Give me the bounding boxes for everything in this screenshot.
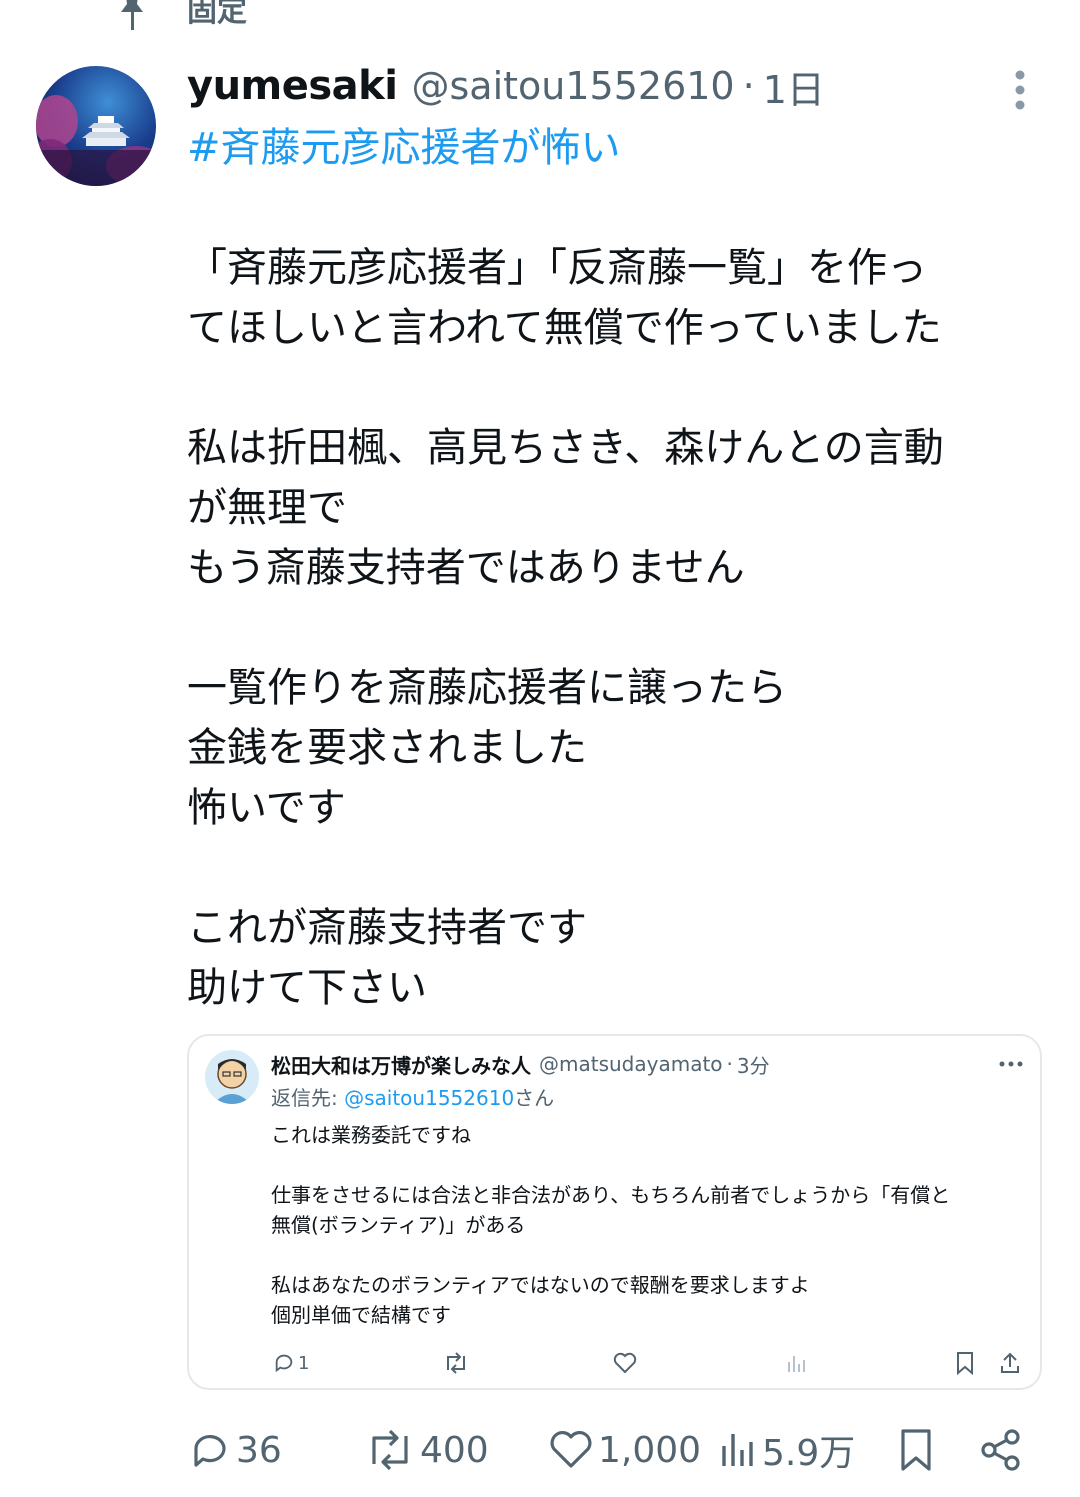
post-header: yumesaki @saitou1552610 · 1日 [187, 58, 825, 114]
quoted-post-card[interactable]: 松田大和は万博が楽しみな人 @matsudayamato · 3分 返信先: @… [187, 1034, 1042, 1390]
quoted-text-line: 無償(ボランティア)」がある [271, 1213, 526, 1237]
views-icon [722, 1434, 753, 1466]
reply-icon [194, 1435, 226, 1467]
quoted-handle[interactable]: @matsudayamato [539, 1052, 723, 1076]
share-icon [981, 1429, 1020, 1471]
pin-icon [121, 0, 143, 30]
share-button[interactable] [978, 1422, 1028, 1478]
post-text-line: これが斎藤支持者です [187, 905, 587, 951]
quoted-text-line: 私はあなたのボランティアではないので報酬を要求しますよ [271, 1273, 810, 1297]
views-count: 5.9万 [762, 1433, 856, 1474]
avatar[interactable] [36, 66, 156, 186]
quoted-header: 松田大和は万博が楽しみな人 @matsudayamato · 3分 [271, 1048, 770, 1080]
quoted-repost-icon [447, 1352, 465, 1374]
quoted-like-action [613, 1349, 637, 1377]
reply-mention[interactable]: @saitou1552610 [344, 1086, 514, 1110]
quoted-views-icon [788, 1356, 805, 1372]
reply-count: 36 [236, 1429, 282, 1471]
views-button[interactable]: 5.9万 [718, 1422, 855, 1478]
quoted-timestamp: 3分 [736, 1053, 770, 1078]
quoted-text-line: これは業務委託ですね [271, 1123, 471, 1147]
repost-button[interactable]: 400 [364, 1422, 489, 1478]
handle[interactable]: @saitou1552610 [411, 64, 734, 108]
quoted-reply-action: 1 [273, 1349, 309, 1377]
quoted-reply-icon [275, 1354, 293, 1373]
quoted-more-icon[interactable] [997, 1054, 1025, 1074]
like-icon [550, 1431, 592, 1468]
reply-button[interactable]: 36 [188, 1422, 282, 1478]
quoted-separator: · [726, 1052, 733, 1076]
post-text-line: 私は折田楓、高見ちさき、森けんとの言動 [187, 425, 944, 471]
post-text-line: もう斎藤支持者ではありません [187, 545, 745, 591]
separator: · [742, 64, 755, 108]
quoted-text-line: 個別単価で結構です [271, 1303, 451, 1327]
post-text-line: 怖いです [187, 785, 346, 831]
hashtag-link[interactable]: #斉藤元彦応援者が怖い [187, 122, 621, 174]
quoted-share-action [999, 1349, 1021, 1377]
post-text-line: 一覧作りを斎藤応援者に譲ったら [187, 665, 787, 711]
quoted-text-line: 仕事をさせるには合法と非合法があり、もちろん前者でしょうから「有償と [271, 1183, 951, 1207]
reply-suffix: さん [514, 1086, 555, 1110]
display-name[interactable]: yumesaki [187, 63, 398, 109]
more-icon[interactable] [1004, 68, 1036, 112]
post-text-line: 助けて下さい [187, 965, 427, 1011]
repost-count: 400 [420, 1429, 489, 1471]
pinned-label: 固定 [187, 0, 247, 29]
bookmark-icon [901, 1429, 931, 1471]
bookmark-button[interactable] [896, 1422, 940, 1478]
timestamp[interactable]: 1日 [763, 59, 825, 114]
quoted-share-icon [1001, 1352, 1019, 1373]
post-text-line: が無理で [187, 485, 347, 531]
reply-prefix: 返信先: [271, 1086, 345, 1110]
quoted-bookmark-icon [957, 1352, 973, 1375]
quoted-bookmark-action [955, 1349, 975, 1377]
quoted-repost-action [443, 1349, 469, 1377]
post-text-line: 金銭を要求されました [187, 725, 587, 771]
quoted-views-action [785, 1349, 807, 1377]
quoted-reply-count: 1 [298, 1352, 310, 1374]
quoted-reply-to: 返信先: @saitou1552610さん [271, 1082, 554, 1111]
avatar-castle-image [36, 66, 156, 186]
post-text-line: 「斉藤元彦応援者」「反斎藤一覧」を作っ [187, 245, 927, 291]
like-count: 1,000 [598, 1429, 702, 1471]
post-text-line: てほしいと言われて無償で作っていました [187, 305, 942, 351]
quoted-display-name[interactable]: 松田大和は万博が楽しみな人 [271, 1050, 531, 1079]
quoted-like-icon [613, 1352, 637, 1374]
like-button[interactable]: 1,000 [548, 1422, 701, 1478]
quoted-avatar [205, 1050, 259, 1104]
repost-icon [372, 1429, 408, 1471]
